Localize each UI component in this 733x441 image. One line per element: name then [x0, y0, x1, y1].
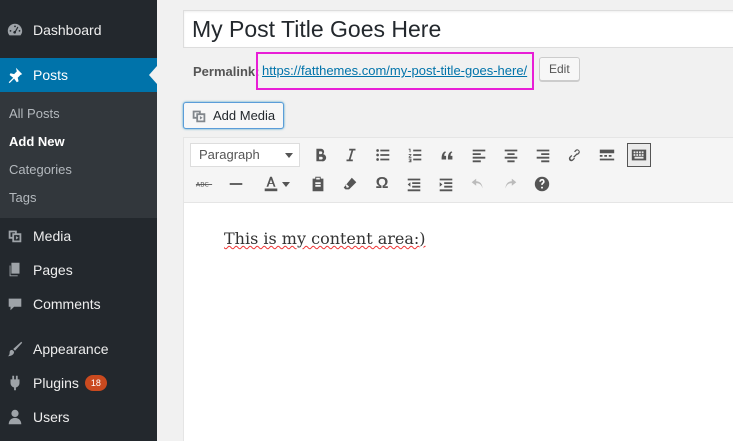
- decrease-indent-button[interactable]: [402, 172, 426, 196]
- chevron-down-icon: [282, 181, 290, 187]
- sidebar-item-comments[interactable]: Comments: [0, 287, 157, 321]
- read-more-button[interactable]: [595, 143, 619, 167]
- text-color-button[interactable]: [256, 172, 296, 196]
- numbered-list-icon: [408, 148, 422, 163]
- italic-icon: [346, 148, 356, 162]
- omega-icon: Ω: [375, 175, 389, 192]
- sidebar-label: Pages: [33, 262, 73, 278]
- content-text: This is my content area:): [224, 229, 426, 248]
- redo-icon: [505, 178, 517, 189]
- align-left-icon: [472, 149, 486, 163]
- horizontal-line-icon: [229, 183, 243, 185]
- bulleted-list-button[interactable]: [371, 143, 395, 167]
- sidebar-item-appearance[interactable]: Appearance: [0, 332, 157, 366]
- active-indicator: [149, 66, 157, 84]
- quote-icon: [441, 151, 453, 160]
- strikethrough-icon: ABC: [195, 182, 213, 189]
- italic-button[interactable]: [339, 143, 363, 167]
- plugins-update-badge: 18: [84, 375, 107, 391]
- sidebar-label: Plugins: [33, 375, 79, 391]
- format-select[interactable]: Paragraph: [190, 143, 300, 167]
- keyboard-shortcuts-button[interactable]: [530, 172, 554, 196]
- keyboard-icon: [631, 149, 647, 161]
- sidebar-label: Media: [33, 228, 72, 244]
- link-icon: [568, 149, 580, 162]
- read-more-icon: [599, 149, 615, 161]
- posts-submenu: All Posts Add New Categories Tags: [0, 92, 157, 218]
- media-icon: [4, 226, 26, 246]
- sidebar-item-users[interactable]: Users: [0, 400, 157, 434]
- submenu-categories[interactable]: Categories: [9, 162, 72, 177]
- strikethrough-button[interactable]: ABC: [192, 172, 216, 196]
- post-title-input[interactable]: [184, 11, 733, 47]
- sidebar-item-media[interactable]: Media: [0, 219, 157, 253]
- undo-button[interactable]: [466, 172, 490, 196]
- blockquote-button[interactable]: [435, 143, 459, 167]
- indent-icon: [439, 178, 453, 192]
- sidebar-label: Comments: [33, 296, 101, 312]
- undo-icon: [471, 178, 483, 189]
- user-icon: [4, 407, 26, 427]
- post-editor: Paragraph ABC Ω This is my content area:…: [183, 137, 733, 441]
- plugin-icon: [4, 373, 26, 393]
- editor-toolbar: Paragraph ABC Ω: [184, 138, 733, 203]
- bulleted-list-icon: [376, 149, 390, 161]
- pages-icon: [4, 260, 26, 280]
- pin-icon: [4, 65, 26, 85]
- sidebar-label: Dashboard: [33, 22, 102, 38]
- submenu-add-new[interactable]: Add New: [9, 134, 65, 149]
- sidebar-label: Posts: [33, 67, 69, 83]
- paintbrush-icon: [4, 339, 26, 359]
- sidebar-item-dashboard[interactable]: Dashboard: [0, 13, 157, 47]
- sidebar-item-plugins[interactable]: Plugins 18: [0, 366, 157, 400]
- redo-button[interactable]: [498, 172, 522, 196]
- increase-indent-button[interactable]: [434, 172, 458, 196]
- text-color-icon: [264, 176, 278, 192]
- add-media-button[interactable]: Add Media: [183, 102, 285, 129]
- permalink-row: Permalink:: [193, 58, 263, 84]
- add-media-label: Add Media: [213, 108, 276, 123]
- outdent-icon: [407, 178, 421, 192]
- media-icon: [192, 110, 206, 122]
- post-title-field[interactable]: [183, 10, 733, 48]
- edit-permalink-button[interactable]: Edit: [539, 57, 580, 81]
- dashboard-icon: [4, 20, 26, 40]
- special-character-button[interactable]: Ω: [370, 172, 394, 196]
- paste-as-text-button[interactable]: [306, 172, 330, 196]
- align-right-button[interactable]: [531, 143, 555, 167]
- format-selected-value: Paragraph: [199, 147, 260, 162]
- insert-link-button[interactable]: [563, 143, 587, 167]
- clear-formatting-button[interactable]: [338, 172, 362, 196]
- sidebar-item-posts[interactable]: Posts: [0, 58, 157, 92]
- horizontal-line-button[interactable]: [224, 172, 248, 196]
- sidebar-label: Appearance: [33, 341, 109, 357]
- permalink-label: Permalink:: [193, 63, 260, 79]
- clipboard-icon: [312, 176, 324, 192]
- help-icon: [534, 176, 550, 192]
- align-center-icon: [504, 149, 518, 163]
- sidebar-item-pages[interactable]: Pages: [0, 253, 157, 287]
- post-content-area[interactable]: This is my content area:): [224, 229, 426, 248]
- eraser-icon: [343, 177, 357, 190]
- sidebar-label: Users: [33, 409, 70, 425]
- numbered-list-button[interactable]: [403, 143, 427, 167]
- submenu-all-posts[interactable]: All Posts: [9, 106, 60, 121]
- bold-icon: [316, 148, 327, 162]
- toolbar-toggle-button[interactable]: [627, 143, 651, 167]
- chevron-down-icon: [285, 153, 293, 158]
- align-right-icon: [536, 149, 550, 163]
- align-left-button[interactable]: [467, 143, 491, 167]
- bold-button[interactable]: [308, 143, 332, 167]
- submenu-tags[interactable]: Tags: [9, 190, 36, 205]
- align-center-button[interactable]: [499, 143, 523, 167]
- comment-icon: [4, 294, 26, 314]
- admin-sidebar: Dashboard Posts All Posts Add New Catego…: [0, 0, 157, 441]
- svg-text:ABC: ABC: [196, 182, 210, 189]
- permalink-url-link[interactable]: https://fatthemes.com/my-post-title-goes…: [262, 63, 527, 78]
